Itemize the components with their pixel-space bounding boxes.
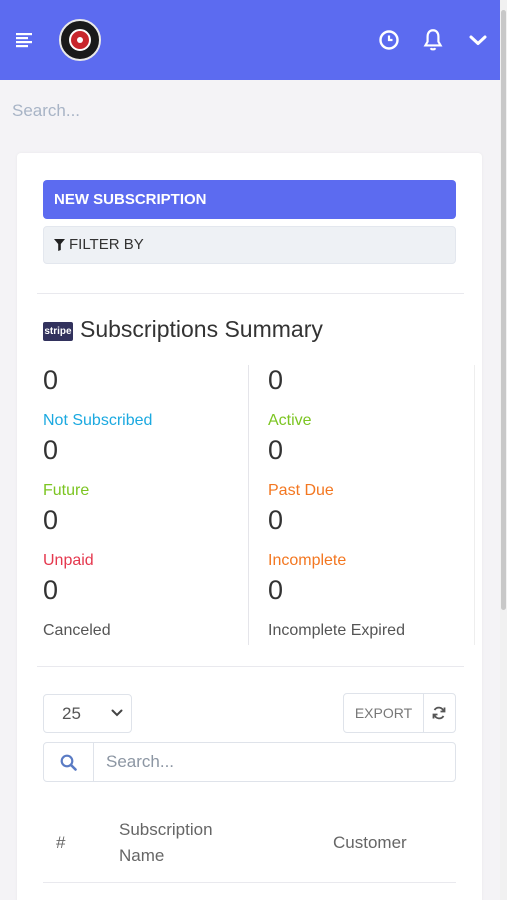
export-group: EXPORT (343, 693, 456, 733)
page-scrollbar[interactable] (500, 0, 507, 900)
summary-title: Subscriptions Summary (80, 316, 323, 342)
refresh-icon (432, 706, 446, 720)
search-icon[interactable] (44, 743, 94, 781)
bell-icon[interactable] (420, 27, 446, 53)
business-logo[interactable] (59, 19, 101, 61)
not-subscribed-label: Not Subscribed (43, 412, 153, 429)
chevron-down-icon[interactable] (466, 28, 490, 52)
filter-by-label: FILTER BY (69, 236, 144, 253)
incomplete-count: 0 (268, 505, 284, 535)
divider (37, 666, 464, 667)
table-search (43, 742, 456, 782)
scrollbar-thumb[interactable] (501, 10, 506, 610)
menu-icon[interactable] (13, 28, 37, 52)
column-divider (248, 365, 249, 645)
future-label: Future (43, 482, 90, 499)
logo-emblem (69, 29, 91, 51)
per-page-select[interactable]: 25 (43, 694, 132, 733)
subscriptions-card: NEW SUBSCRIPTION FILTER BY stripe Subscr… (17, 153, 482, 900)
unpaid-count: 0 (43, 505, 59, 535)
past-due-count: 0 (268, 435, 284, 465)
column-header-subscription-name[interactable]: Subscription Name (119, 817, 239, 869)
filter-icon (54, 239, 65, 252)
chevron-down-icon (111, 709, 123, 717)
column-divider (474, 365, 475, 645)
divider (37, 293, 464, 294)
top-navbar (0, 0, 500, 80)
unpaid-label: Unpaid (43, 552, 94, 569)
clock-icon[interactable] (377, 28, 401, 52)
canceled-label: Canceled (43, 622, 111, 639)
column-header-customer[interactable]: Customer (333, 830, 407, 856)
incomplete-expired-count: 0 (268, 575, 284, 605)
new-subscription-button[interactable]: NEW SUBSCRIPTION (43, 180, 456, 219)
column-header-index[interactable]: # (56, 830, 65, 856)
global-search-input[interactable] (12, 96, 482, 126)
canceled-count: 0 (43, 575, 59, 605)
active-label: Active (268, 412, 312, 429)
per-page-value: 25 (62, 704, 81, 723)
active-count: 0 (268, 365, 284, 395)
stripe-logo: stripe (43, 322, 73, 341)
table-search-input[interactable] (94, 743, 454, 781)
incomplete-expired-label: Incomplete Expired (268, 622, 405, 639)
filter-by-button[interactable]: FILTER BY (43, 226, 456, 264)
incomplete-label: Incomplete (268, 552, 347, 569)
future-count: 0 (43, 435, 59, 465)
refresh-button[interactable] (424, 694, 455, 732)
past-due-label: Past Due (268, 482, 334, 499)
not-subscribed-count: 0 (43, 365, 59, 395)
export-button[interactable]: EXPORT (344, 694, 424, 732)
table-header-divider (43, 882, 456, 883)
